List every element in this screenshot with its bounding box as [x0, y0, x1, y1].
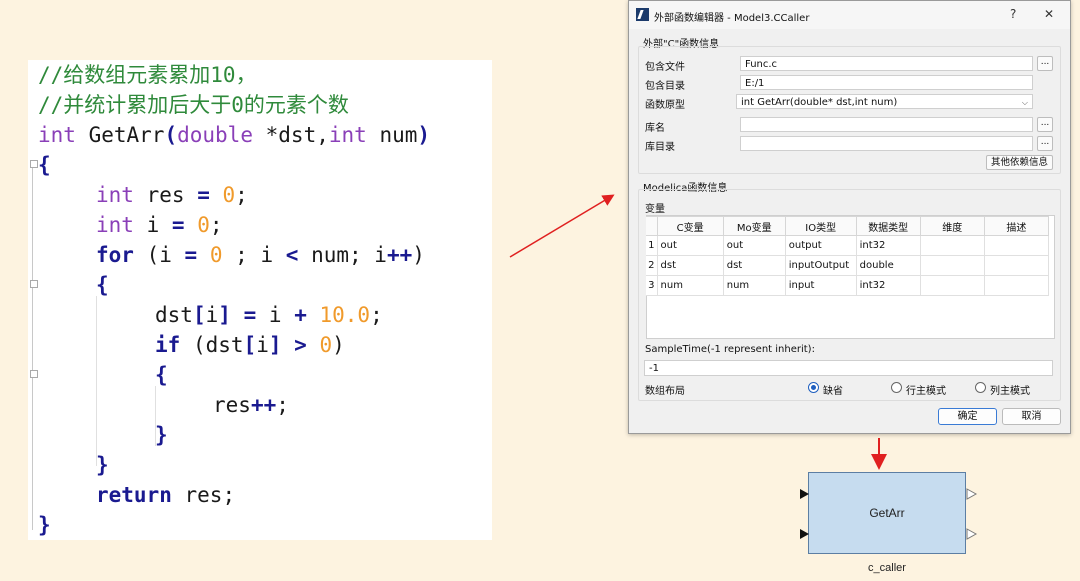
- external-function-editor-dialog: 外部函数编辑器 - Model3.CCaller ? ✕ 外部"C"函数信息 包…: [628, 0, 1071, 434]
- cell-mo-var[interactable]: out: [722, 235, 786, 256]
- cell-description[interactable]: [983, 255, 1050, 276]
- row-number-header: [646, 216, 658, 236]
- table-header-row: C变量 Mo变量 IO类型 数据类型 维度 描述: [646, 216, 1050, 236]
- radio-default[interactable]: [808, 382, 819, 393]
- output-port-1[interactable]: [966, 488, 978, 500]
- cell-description[interactable]: [983, 235, 1050, 256]
- lib-name-field[interactable]: [740, 117, 1033, 132]
- cell-data-type[interactable]: int32: [855, 275, 921, 296]
- prototype-select[interactable]: int GetArr(double* dst,int num) ⌵: [736, 94, 1033, 109]
- vars-label: 变量: [645, 204, 665, 215]
- sample-time-field[interactable]: -1: [644, 360, 1053, 376]
- include-file-browse-button[interactable]: ...: [1037, 56, 1053, 71]
- lib-name-browse-button[interactable]: ...: [1037, 117, 1053, 132]
- row-number: 3: [646, 275, 658, 296]
- cell-dimension[interactable]: [919, 235, 985, 256]
- radio-column-major-label: 列主模式: [990, 386, 1030, 397]
- sample-time-label: SampleTime(-1 represent inherit):: [645, 344, 815, 355]
- radio-row-major[interactable]: [891, 382, 902, 393]
- column-header[interactable]: IO类型: [784, 216, 857, 236]
- lib-dir-field[interactable]: [740, 136, 1033, 151]
- cell-io-type[interactable]: input: [784, 275, 857, 296]
- cell-io-type[interactable]: output: [784, 235, 857, 256]
- radio-default-label: 缺省: [823, 386, 843, 397]
- column-header[interactable]: Mo变量: [722, 216, 786, 236]
- row-number: 2: [646, 255, 658, 276]
- cell-dimension[interactable]: [919, 275, 985, 296]
- cancel-button[interactable]: 取消: [1002, 408, 1061, 425]
- array-layout-label: 数组布局: [645, 386, 685, 397]
- other-deps-button[interactable]: 其他依赖信息: [986, 155, 1053, 170]
- input-port-2[interactable]: [800, 529, 809, 539]
- table-row[interactable]: 3 num num input int32: [646, 275, 1050, 296]
- column-header[interactable]: 数据类型: [855, 216, 921, 236]
- include-file-field[interactable]: Func.c: [740, 56, 1033, 71]
- table-row[interactable]: 2 dst dst inputOutput double: [646, 255, 1050, 276]
- close-button[interactable]: ✕: [1044, 7, 1054, 21]
- cell-description[interactable]: [983, 275, 1050, 296]
- variables-table: C变量 Mo变量 IO类型 数据类型 维度 描述 1 out out outpu…: [646, 216, 1050, 296]
- cell-c-var[interactable]: dst: [656, 255, 724, 276]
- app-icon: [636, 8, 649, 21]
- arrow-code-to-dialog: [509, 194, 615, 258]
- table-row[interactable]: 1 out out output int32: [646, 235, 1050, 256]
- radio-column-major[interactable]: [975, 382, 986, 393]
- cell-dimension[interactable]: [919, 255, 985, 276]
- lib-dir-label: 库目录: [645, 142, 675, 153]
- column-header[interactable]: C变量: [656, 216, 724, 236]
- include-dir-label: 包含目录: [645, 81, 685, 92]
- include-file-label: 包含文件: [645, 62, 685, 73]
- cell-c-var[interactable]: out: [656, 235, 724, 256]
- lib-dir-browse-button[interactable]: ...: [1037, 136, 1053, 151]
- include-dir-field[interactable]: E:/1: [740, 75, 1033, 90]
- help-button[interactable]: ?: [1010, 7, 1016, 21]
- prototype-value: int GetArr(double* dst,int num): [741, 97, 898, 108]
- prototype-label: 函数原型: [645, 100, 685, 111]
- ok-button[interactable]: 确定: [938, 408, 997, 425]
- cell-data-type[interactable]: int32: [855, 235, 921, 256]
- block-label: c_caller: [868, 562, 906, 574]
- column-header[interactable]: 维度: [919, 216, 985, 236]
- input-port-1[interactable]: [800, 489, 809, 499]
- dialog-title: 外部函数编辑器 - Model3.CCaller: [654, 13, 810, 24]
- cell-c-var[interactable]: num: [656, 275, 724, 296]
- row-number: 1: [646, 235, 658, 256]
- lib-name-label: 库名: [645, 123, 665, 134]
- chevron-down-icon: ⌵: [1021, 98, 1028, 107]
- column-header[interactable]: 描述: [983, 216, 1050, 236]
- block-ports: [800, 488, 978, 540]
- cell-mo-var[interactable]: num: [722, 275, 786, 296]
- radio-row-major-label: 行主模式: [906, 386, 946, 397]
- output-port-2[interactable]: [966, 528, 978, 540]
- title-bar[interactable]: 外部函数编辑器 - Model3.CCaller ? ✕: [629, 1, 1070, 29]
- cell-mo-var[interactable]: dst: [722, 255, 786, 276]
- cell-io-type[interactable]: inputOutput: [784, 255, 857, 276]
- cell-data-type[interactable]: double: [855, 255, 921, 276]
